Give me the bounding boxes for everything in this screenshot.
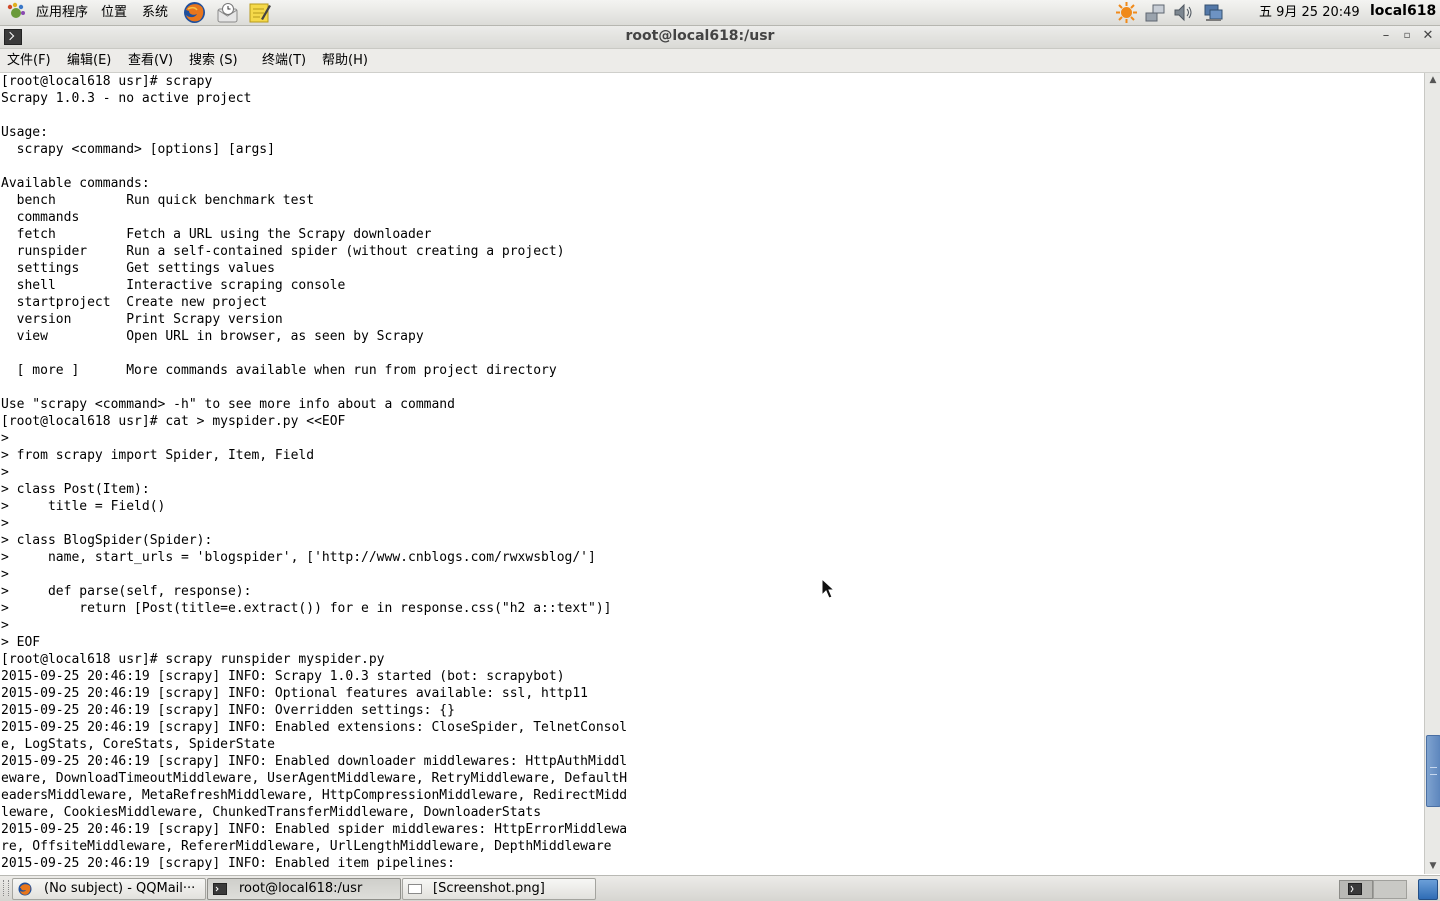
- terminal-line: version Print Scrapy version: [1, 312, 283, 327]
- terminal-output: [root@local618 usr]# scrapy Scrapy 1.0.3 …: [1, 73, 627, 872]
- firefox-icon: [18, 882, 32, 896]
- image-icon: [408, 884, 422, 894]
- menubar: 文件(F) 编辑(E) 查看(V) 搜索 (S) 终端(T) 帮助(H): [0, 49, 1440, 73]
- menu-places[interactable]: 位置: [101, 4, 127, 21]
- terminal-line: runspider Run a self-contained spider (w…: [1, 244, 565, 259]
- terminal-line: >: [1, 431, 9, 446]
- terminal-line: [root@local618 usr]# scrapy runspider my…: [1, 652, 385, 667]
- clock[interactable]: 五 9月 25 20:49: [1259, 4, 1360, 21]
- terminal-line: eadersMiddleware, MetaRefreshMiddleware,…: [1, 788, 628, 803]
- terminal-line: bench Run quick benchmark test: [1, 193, 315, 208]
- terminal-line: fetch Fetch a URL using the Scrapy downl…: [1, 227, 432, 242]
- scrollbar-thumb[interactable]: [1426, 735, 1440, 807]
- terminal-line: Use "scrapy <command> -h" to see more in…: [1, 397, 455, 412]
- terminal-line: > title = Field(): [1, 499, 166, 514]
- terminal-line: > EOF: [1, 635, 41, 650]
- scroll-up-arrow[interactable]: ▲: [1425, 73, 1440, 87]
- mouse-pointer-icon: [821, 578, 835, 599]
- terminal-line: [root@local618 usr]# cat > myspider.py <…: [1, 414, 346, 429]
- terminal-line: Available commands:: [1, 176, 150, 191]
- panel-handle[interactable]: [3, 880, 9, 896]
- task-screenshot[interactable]: [Screenshot.png]: [402, 878, 596, 900]
- terminal-line: 2015-09-25 20:46:19 [scrapy] INFO: Enabl…: [1, 754, 628, 769]
- terminal-line: commands: [1, 210, 80, 225]
- menu-applications[interactable]: 应用程序: [36, 4, 88, 21]
- menu-search[interactable]: 搜索 (S): [189, 52, 238, 69]
- bottom-panel: (No subject) - QQMail··· root@local618:/…: [0, 875, 1440, 901]
- terminal-line: scrapy <command> [options] [args]: [1, 142, 275, 157]
- gnome-foot-icon[interactable]: [6, 2, 26, 22]
- display-icon[interactable]: [1202, 1, 1225, 24]
- menu-system[interactable]: 系统: [142, 4, 168, 21]
- terminal-line: re, OffsiteMiddleware, RefererMiddleware…: [1, 839, 612, 854]
- terminal-line: > def parse(self, response):: [1, 584, 252, 599]
- terminal-line: startproject Create new project: [1, 295, 268, 310]
- task-label: [Screenshot.png]: [433, 881, 545, 896]
- terminal-line: > from scrapy import Spider, Item, Field: [1, 448, 315, 463]
- terminal-icon: [1348, 883, 1362, 895]
- terminal-line: settings Get settings values: [1, 261, 275, 276]
- terminal-line: 2015-09-25 20:46:19 [scrapy] INFO: Scrap…: [1, 669, 565, 684]
- terminal-line: 2015-09-25 20:46:19 [scrapy] INFO: Overr…: [1, 703, 455, 718]
- hostname-label[interactable]: local618: [1370, 3, 1436, 20]
- trash-icon[interactable]: [1418, 879, 1438, 900]
- terminal-line: > return [Post(title=e.extract()) for e …: [1, 601, 612, 616]
- workspace-2[interactable]: [1373, 880, 1407, 899]
- terminal-line: >: [1, 465, 9, 480]
- minimize-button[interactable]: –: [1377, 27, 1395, 45]
- menu-view[interactable]: 查看(V): [128, 52, 173, 69]
- window-titlebar[interactable]: root@local618:/usr – ▫ ✕: [0, 26, 1440, 49]
- terminal-line: > class Post(Item):: [1, 482, 150, 497]
- terminal-line: [root@local618 usr]# scrapy: [1, 74, 213, 89]
- terminal-line: 2015-09-25 20:46:19 [scrapy] INFO: Optio…: [1, 686, 588, 701]
- terminal-line: Scrapy 1.0.3 - no active project: [1, 91, 252, 106]
- task-label: (No subject) - QQMail···: [44, 881, 196, 896]
- menu-help[interactable]: 帮助(H): [322, 52, 368, 69]
- scroll-down-arrow[interactable]: ▼: [1425, 859, 1440, 873]
- terminal-line: [ more ] More commands available when ru…: [1, 363, 557, 378]
- window-title: root@local618:/usr: [625, 28, 775, 44]
- terminal-line: 2015-09-25 20:46:19 [scrapy] INFO: Enabl…: [1, 720, 628, 735]
- terminal-line: view Open URL in browser, as seen by Scr…: [1, 329, 424, 344]
- terminal-line: >: [1, 618, 9, 633]
- terminal-icon: [213, 883, 227, 895]
- firefox-icon[interactable]: [183, 1, 206, 24]
- task-terminal[interactable]: root@local618:/usr: [207, 878, 401, 900]
- menu-terminal[interactable]: 终端(T): [262, 52, 306, 69]
- terminal-line: >: [1, 516, 9, 531]
- menu-file[interactable]: 文件(F): [7, 52, 51, 69]
- task-qqmail[interactable]: (No subject) - QQMail···: [12, 878, 206, 900]
- terminal-line: 2015-09-25 20:46:19 [scrapy] INFO: Enabl…: [1, 856, 455, 871]
- menu-edit[interactable]: 编辑(E): [67, 52, 111, 69]
- maximize-button[interactable]: ▫: [1398, 27, 1416, 45]
- terminal-line: shell Interactive scraping console: [1, 278, 346, 293]
- terminal-line: >: [1, 567, 9, 582]
- top-panel: 应用程序 位置 系统 五 9月 25 20:49 local618: [0, 0, 1440, 26]
- terminal-line: e, LogStats, CoreStats, SpiderState: [1, 737, 275, 752]
- update-icon[interactable]: [1115, 1, 1138, 24]
- terminal-line: eware, DownloadTimeoutMiddleware, UserAg…: [1, 771, 628, 786]
- terminal-view[interactable]: [root@local618 usr]# scrapy Scrapy 1.0.3 …: [0, 73, 1424, 874]
- terminal-scrollbar[interactable]: ▲ ▼: [1424, 73, 1440, 874]
- terminal-line: leware, CookiesMiddleware, ChunkedTransf…: [1, 805, 542, 820]
- terminal-line: 2015-09-25 20:46:19 [scrapy] INFO: Enabl…: [1, 822, 628, 837]
- task-label: root@local618:/usr: [239, 881, 363, 896]
- terminal-line: Usage:: [1, 125, 48, 140]
- close-button[interactable]: ✕: [1419, 27, 1437, 45]
- workspace-1[interactable]: [1339, 880, 1373, 899]
- mail-clock-icon[interactable]: [216, 1, 239, 24]
- network-icon[interactable]: [1144, 1, 1167, 24]
- terminal-line: > class BlogSpider(Spider):: [1, 533, 213, 548]
- terminal-line: > name, start_urls = 'blogspider', ['htt…: [1, 550, 596, 565]
- volume-icon[interactable]: [1172, 1, 1195, 24]
- notes-icon[interactable]: [248, 1, 271, 24]
